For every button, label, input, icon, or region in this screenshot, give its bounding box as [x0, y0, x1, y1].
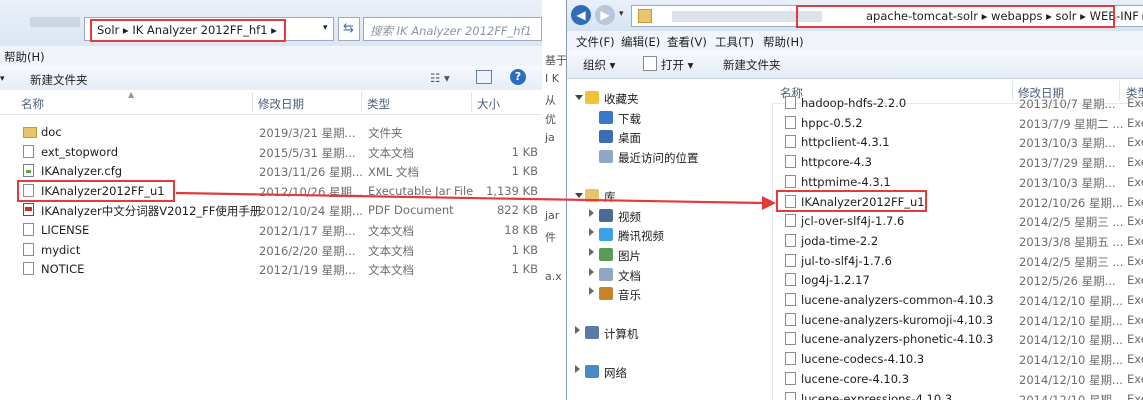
arrow-head [762, 196, 776, 210]
drag-arrow [175, 191, 776, 210]
arrow-line [175, 191, 765, 205]
